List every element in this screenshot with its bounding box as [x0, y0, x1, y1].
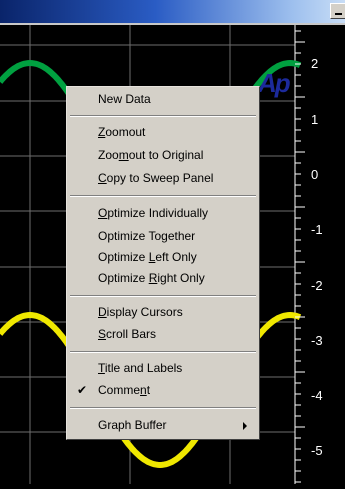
- menu-item-scroll-bars[interactable]: Scroll Bars: [67, 324, 259, 345]
- menu-item-zoomout[interactable]: Zoomout: [67, 122, 259, 143]
- y-tick-label: 0: [311, 167, 319, 182]
- context-menu: New Data Zoomout Zoomout to Original Cop…: [66, 86, 260, 440]
- menu-item-optimize-right-only[interactable]: Optimize Right Only: [67, 268, 259, 289]
- menu-item-new-data[interactable]: New Data: [67, 89, 259, 110]
- menu-item-optimize-together[interactable]: Optimize Together: [67, 226, 259, 247]
- menu-separator: [70, 295, 256, 297]
- menu-separator: [70, 351, 256, 353]
- menu-item-optimize-individually[interactable]: Optimize Individually: [67, 203, 259, 224]
- y-axis-right: 2 1 0 -1 -2 -3 -4 -5: [295, 25, 345, 484]
- minimize-button[interactable]: [330, 3, 345, 19]
- submenu-arrow-icon: [243, 422, 247, 430]
- menu-item-copy-to-sweep-panel[interactable]: Copy to Sweep Panel: [67, 168, 259, 189]
- menu-item-optimize-left-only[interactable]: Optimize Left Only: [67, 247, 259, 268]
- window-title-bar: [0, 0, 345, 23]
- y-tick-label: 2: [311, 56, 319, 71]
- menu-item-zoomout-to-original[interactable]: Zoomout to Original: [67, 145, 259, 166]
- y-tick-label: -2: [311, 278, 323, 293]
- menu-item-graph-buffer[interactable]: Graph Buffer: [67, 415, 259, 436]
- y-tick-label: -5: [311, 443, 323, 458]
- menu-item-comment[interactable]: ✔ Comment: [67, 380, 259, 401]
- menu-item-title-and-labels[interactable]: Title and Labels: [67, 358, 259, 379]
- y-tick-label: -4: [311, 388, 323, 403]
- minimize-icon: [335, 13, 342, 15]
- y-tick-label: -3: [311, 333, 323, 348]
- ap-logo: Ap: [258, 68, 291, 98]
- y-tick-label: -1: [311, 222, 323, 237]
- y-axis-ticks: [295, 30, 305, 483]
- menu-separator: [70, 407, 256, 409]
- y-tick-label: 1: [311, 112, 319, 127]
- checkmark-icon: ✔: [77, 383, 88, 397]
- menu-item-display-cursors[interactable]: Display Cursors: [67, 302, 259, 323]
- menu-separator: [70, 195, 256, 197]
- menu-separator: [70, 115, 256, 117]
